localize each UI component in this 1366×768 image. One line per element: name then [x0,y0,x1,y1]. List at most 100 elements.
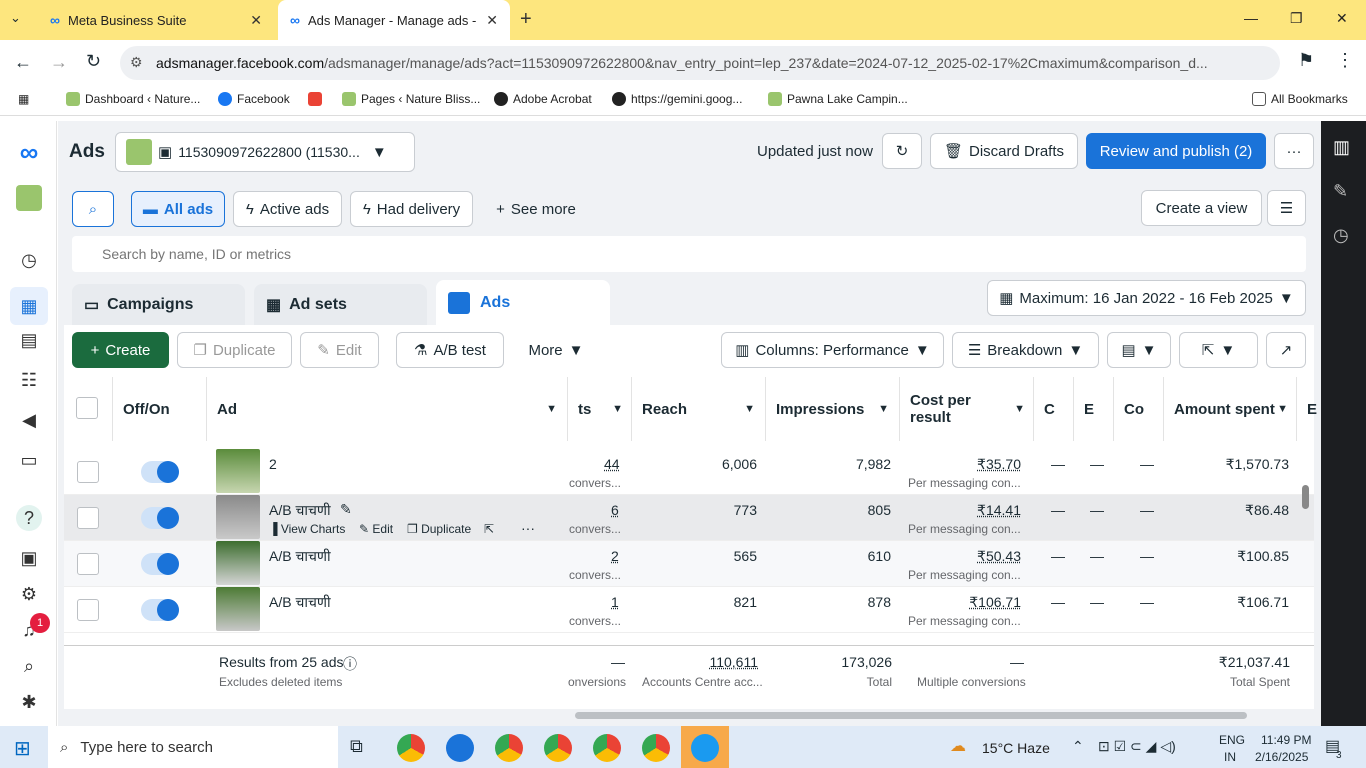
cpr-value[interactable]: ₹50.43 [954,548,1021,565]
url-bar[interactable]: adsmanager.facebook.com/adsmanager/manag… [120,46,1280,80]
weather-text[interactable]: 15°C Haze [982,740,1050,756]
create-button[interactable]: + Create [72,332,169,368]
megaphone-icon[interactable]: ◀ [16,407,42,433]
close-tab-icon[interactable]: ✕ [250,12,262,29]
column-header-offon[interactable]: Off/On [113,377,207,441]
bookmark-gemini[interactable]: https://gemini.goog... [612,92,742,106]
search-icon[interactable]: ⌕ [16,653,42,679]
discard-drafts-button[interactable]: 🗑 Discard Drafts [930,133,1078,169]
cpr-value[interactable]: ₹14.41 [954,502,1021,519]
tab-campaigns[interactable]: ▭ Campaigns [72,284,245,326]
minimize-icon[interactable]: — [1244,10,1258,26]
search-toggle-button[interactable]: ⌕ [72,191,114,227]
table-row[interactable]: A/B चाचणी ✎ ▐ View Charts ✎ Edit ❐ Dupli… [64,495,1314,541]
history-clock-icon[interactable]: ◷ [1333,225,1349,246]
bookmark-dashboard[interactable]: Dashboard ‹ Nature... [66,92,200,106]
row-checkbox[interactable] [77,461,99,483]
duplicate-action[interactable]: ❐ Duplicate [407,522,471,536]
ab-test-button[interactable]: ⚗ A/B test [396,332,504,368]
column-header-cost-per-result[interactable]: Cost per result ▼ [900,377,1034,441]
clock-date[interactable]: 2/16/2025 [1255,750,1308,764]
columns-button[interactable]: ▥ Columns: Performance ▼ [721,332,944,368]
more-actions-button[interactable]: More ▼ [518,332,594,368]
row-checkbox[interactable] [77,599,99,621]
results-value[interactable]: 2 [611,548,619,564]
reports-icon[interactable]: ▤ [16,327,42,353]
chrome-icon[interactable] [397,734,425,762]
tab-ads-manager[interactable]: ∞ Ads Manager - Manage ads - A ✕ [278,0,510,40]
horizontal-scrollbar[interactable] [575,712,1247,719]
filter-had-delivery[interactable]: ϟ Had delivery [350,191,473,227]
window-close-icon[interactable]: ✕ [1336,10,1348,27]
bookmark-pages[interactable]: Pages ‹ Nature Bliss... [342,92,480,106]
skype-icon[interactable] [446,734,474,762]
bookmark-gmail[interactable] [308,92,322,106]
new-tab-icon[interactable]: + [520,8,532,31]
column-header-co[interactable]: Co [1114,377,1164,441]
taskbar-search[interactable]: ⌕ Type here to search [48,726,338,768]
ad-account-selector[interactable]: ▣ 1153090972622800 (11530... ▼ [115,132,415,172]
table-row[interactable]: A/B चाचणी 2 convers... 565 610 ₹50.43 Pe… [64,541,1314,587]
bookmark-acrobat[interactable]: Adobe Acrobat [494,92,592,106]
table-row[interactable]: A/B चाचणी 1 convers... 821 878 ₹106.71 P… [64,587,1314,633]
settings-gear-icon[interactable]: ⚙ [16,581,42,607]
ad-name[interactable]: A/B चाचणी [269,501,331,520]
info-icon[interactable]: ⓘ [343,654,357,674]
footer-reach[interactable]: 110,611 [700,654,758,670]
column-header-e2[interactable]: E [1297,377,1317,441]
browser-menu-icon[interactable]: ⋮ [1336,50,1354,71]
table-row[interactable]: 2 44 convers... 6,006 7,982 ₹35.70 Per m… [64,449,1314,495]
apps-grid-icon[interactable]: ▦ [18,92,29,106]
row-toggle[interactable] [141,507,179,529]
column-header-ad[interactable]: Ad ▼ [207,377,568,441]
bookmark-pawna[interactable]: Pawna Lake Campin... [768,92,908,106]
results-value[interactable]: 6 [611,502,619,518]
charts-button[interactable]: ↗ [1266,332,1306,368]
task-view-icon[interactable]: ⧉ [350,736,363,757]
tab-meta-business-suite[interactable]: ∞ Meta Business Suite ✕ [38,0,274,40]
column-header-reach[interactable]: Reach ▼ [632,377,766,441]
refresh-button[interactable]: ↻ [882,133,922,169]
bookmark-facebook[interactable]: Facebook [218,92,290,106]
search-input[interactable] [72,236,1306,272]
billing-card-icon[interactable]: ▭ [16,447,42,473]
select-all-checkbox[interactable] [76,397,98,419]
column-header-impressions[interactable]: Impressions ▼ [766,377,900,441]
view-settings-button[interactable]: ☰ [1267,190,1306,226]
date-range-picker[interactable]: ▦ Maximum: 16 Jan 2022 - 16 Feb 2025 ▼ [987,280,1306,316]
windows-start-icon[interactable]: ⊞ [14,736,31,761]
business-info-icon[interactable]: ▣ [16,545,42,571]
region-label[interactable]: IN [1224,750,1236,764]
maximize-icon[interactable]: ❐ [1290,10,1303,27]
create-view-button[interactable]: Create a view [1141,190,1262,226]
edge-icon[interactable] [691,734,719,762]
chart-icon[interactable]: ▥ [1333,137,1350,158]
cpr-value[interactable]: ₹35.70 [954,456,1021,473]
column-header-results[interactable]: ts ▼ [568,377,632,441]
vertical-scrollbar[interactable] [1302,485,1309,509]
all-bookmarks[interactable]: All Bookmarks [1252,92,1348,106]
chrome-profile-icon[interactable] [544,734,572,762]
more-options-button[interactable]: ··· [1274,133,1314,169]
extension-icon[interactable]: ⚑ [1298,50,1314,71]
row-checkbox[interactable] [77,553,99,575]
duplicate-button[interactable]: ❐ Duplicate [177,332,292,368]
column-header-c[interactable]: C [1034,377,1074,441]
bug-report-icon[interactable]: ✱ [16,689,42,715]
row-toggle[interactable] [141,461,179,483]
site-info-icon[interactable]: ⚙ [130,54,143,71]
row-toggle[interactable] [141,599,179,621]
edit-button[interactable]: ✎ Edit [300,332,379,368]
chrome-profile-icon[interactable] [593,734,621,762]
pencil-icon[interactable]: ✎ [340,501,352,518]
meta-logo-icon[interactable]: ∞ [16,139,42,165]
filter-active-ads[interactable]: ϟ Active ads [233,191,342,227]
export-button[interactable]: ⇱ ▼ [1179,332,1258,368]
campaigns-table-icon[interactable]: ▦ [10,287,48,325]
chrome-profile-icon[interactable] [495,734,523,762]
edit-action[interactable]: ✎ Edit [359,522,393,536]
filter-all-ads[interactable]: ▬ All ads [131,191,225,227]
dashboard-gauge-icon[interactable]: ◷ [16,247,42,273]
ad-name[interactable]: A/B चाचणी [269,547,331,566]
clock-time[interactable]: 11:49 PM [1261,733,1311,747]
